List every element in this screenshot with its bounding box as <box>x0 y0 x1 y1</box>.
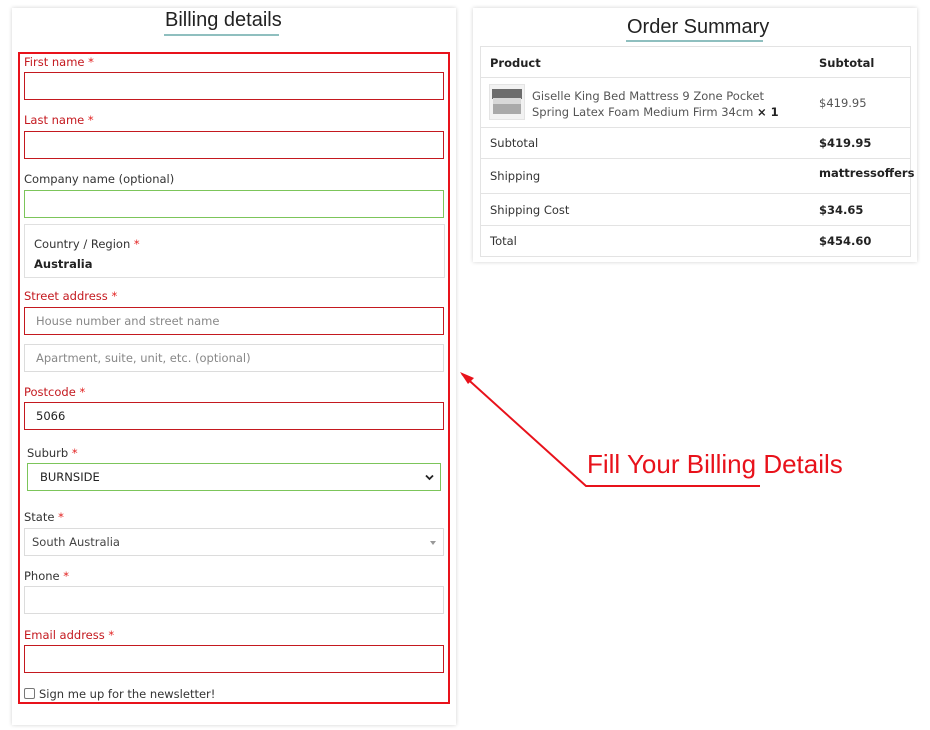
annotation-text: Fill Your Billing Details <box>587 449 843 479</box>
annotation-arrow <box>460 372 760 487</box>
